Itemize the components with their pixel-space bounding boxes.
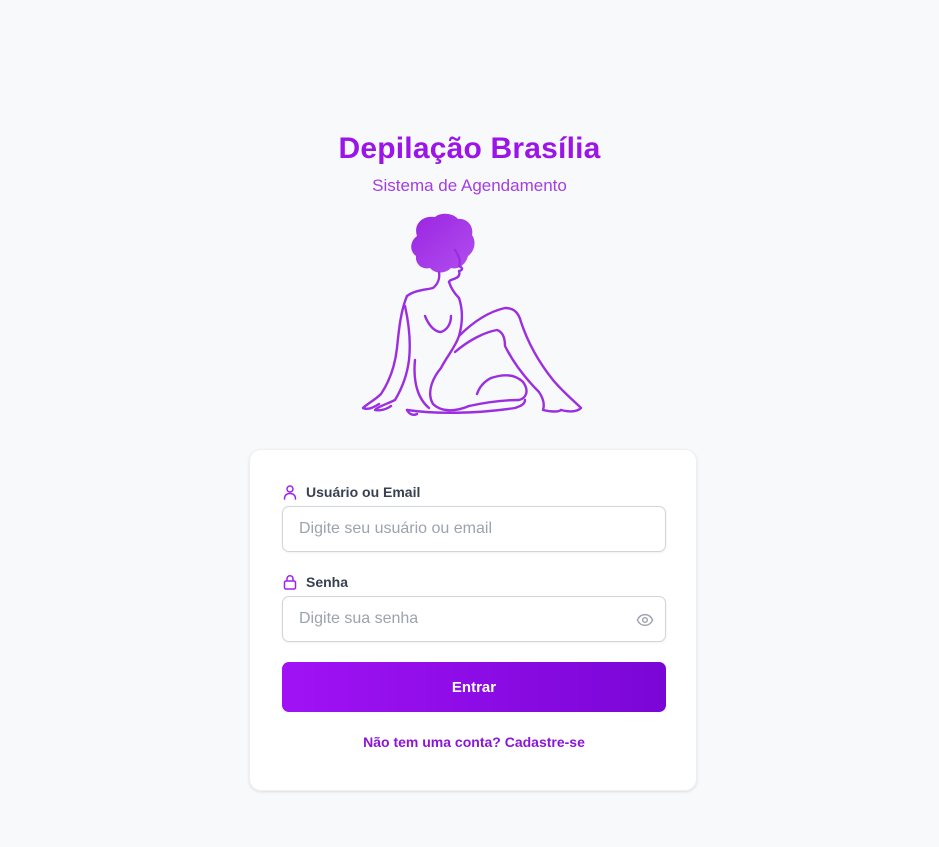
password-field-wrapper: [282, 596, 666, 642]
signup-link[interactable]: Não tem uma conta? Cadastre-se: [250, 734, 698, 750]
password-label-text: Senha: [306, 574, 349, 590]
brand-title: Depilação Brasília: [338, 132, 601, 165]
login-submit-button[interactable]: Entrar: [282, 662, 666, 712]
login-card: Usuário ou Email Senha Entrar: [249, 449, 697, 791]
username-label-text: Usuário ou Email: [306, 484, 421, 500]
user-icon: [282, 484, 298, 500]
username-field-wrapper: [282, 506, 666, 552]
eye-icon: [636, 613, 654, 627]
seated-woman-illustration: [361, 213, 583, 416]
show-password-toggle[interactable]: [635, 610, 655, 630]
username-input[interactable]: [283, 507, 665, 551]
password-label: Senha: [282, 574, 348, 590]
login-page: Depilação Brasília Sistema de Agendament…: [0, 0, 939, 847]
lock-icon: [282, 574, 298, 590]
brand-subtitle: Sistema de Agendamento: [372, 176, 567, 195]
password-input[interactable]: [283, 597, 665, 641]
username-label: Usuário ou Email: [282, 484, 420, 500]
